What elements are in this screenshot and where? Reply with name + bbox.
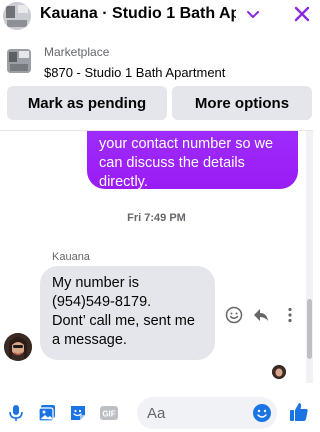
message-placeholder: Aa bbox=[147, 405, 166, 422]
listing-title[interactable]: $870 - Studio 1 Bath Apartment bbox=[44, 65, 225, 80]
listing-thumbnail bbox=[7, 49, 31, 73]
gif-icon[interactable]: GIF bbox=[99, 403, 119, 423]
close-icon[interactable] bbox=[291, 3, 313, 25]
sender-avatar[interactable] bbox=[4, 333, 32, 361]
gif-label: GIF bbox=[102, 410, 115, 419]
seen-avatar bbox=[272, 365, 286, 379]
outgoing-message[interactable]: your contact number so we can discuss th… bbox=[87, 131, 298, 190]
message-input[interactable]: Aa bbox=[137, 397, 277, 429]
chat-header: Kauana · Studio 1 Bath Ap... bbox=[0, 0, 313, 30]
message-line: your contact number so we bbox=[99, 136, 274, 152]
more-vertical-icon[interactable] bbox=[281, 306, 299, 324]
message-timestamp: Fri 7:49 PM bbox=[127, 212, 186, 224]
microphone-icon[interactable] bbox=[6, 403, 26, 423]
message-composer: GIF Aa bbox=[0, 392, 313, 432]
listing-avatar[interactable] bbox=[3, 2, 31, 30]
message-line: My number is bbox=[52, 275, 140, 291]
message-line: can discuss the details bbox=[99, 155, 245, 171]
chevron-down-icon[interactable] bbox=[243, 4, 263, 24]
reply-icon[interactable] bbox=[252, 306, 270, 324]
message-line: Dont’ call me, sent me bbox=[52, 313, 195, 329]
message-line: (954)549-8179. bbox=[52, 294, 152, 310]
more-options-button[interactable]: More options bbox=[172, 86, 312, 120]
sender-name: Kauana bbox=[52, 251, 90, 263]
mark-as-pending-button[interactable]: Mark as pending bbox=[7, 86, 167, 120]
chat-title[interactable]: Kauana · Studio 1 Bath Ap... bbox=[40, 5, 236, 23]
thumbs-up-icon[interactable] bbox=[288, 401, 310, 423]
react-emoji-icon[interactable] bbox=[225, 306, 243, 324]
message-line: a message. bbox=[52, 332, 127, 348]
photo-icon[interactable] bbox=[37, 403, 57, 423]
message-thread[interactable]: your contact number so we can discuss th… bbox=[0, 131, 313, 383]
marketplace-listing[interactable]: Marketplace $870 - Studio 1 Bath Apartme… bbox=[0, 42, 313, 82]
sticker-icon[interactable] bbox=[68, 403, 88, 423]
incoming-message[interactable]: My number is (954)549-8179. Dont’ call m… bbox=[40, 266, 215, 360]
emoji-icon[interactable] bbox=[252, 403, 272, 423]
message-line: directly. bbox=[99, 174, 148, 190]
scrollbar-thumb[interactable] bbox=[307, 299, 312, 359]
marketplace-label: Marketplace bbox=[44, 45, 110, 59]
scrollbar[interactable] bbox=[306, 131, 313, 383]
